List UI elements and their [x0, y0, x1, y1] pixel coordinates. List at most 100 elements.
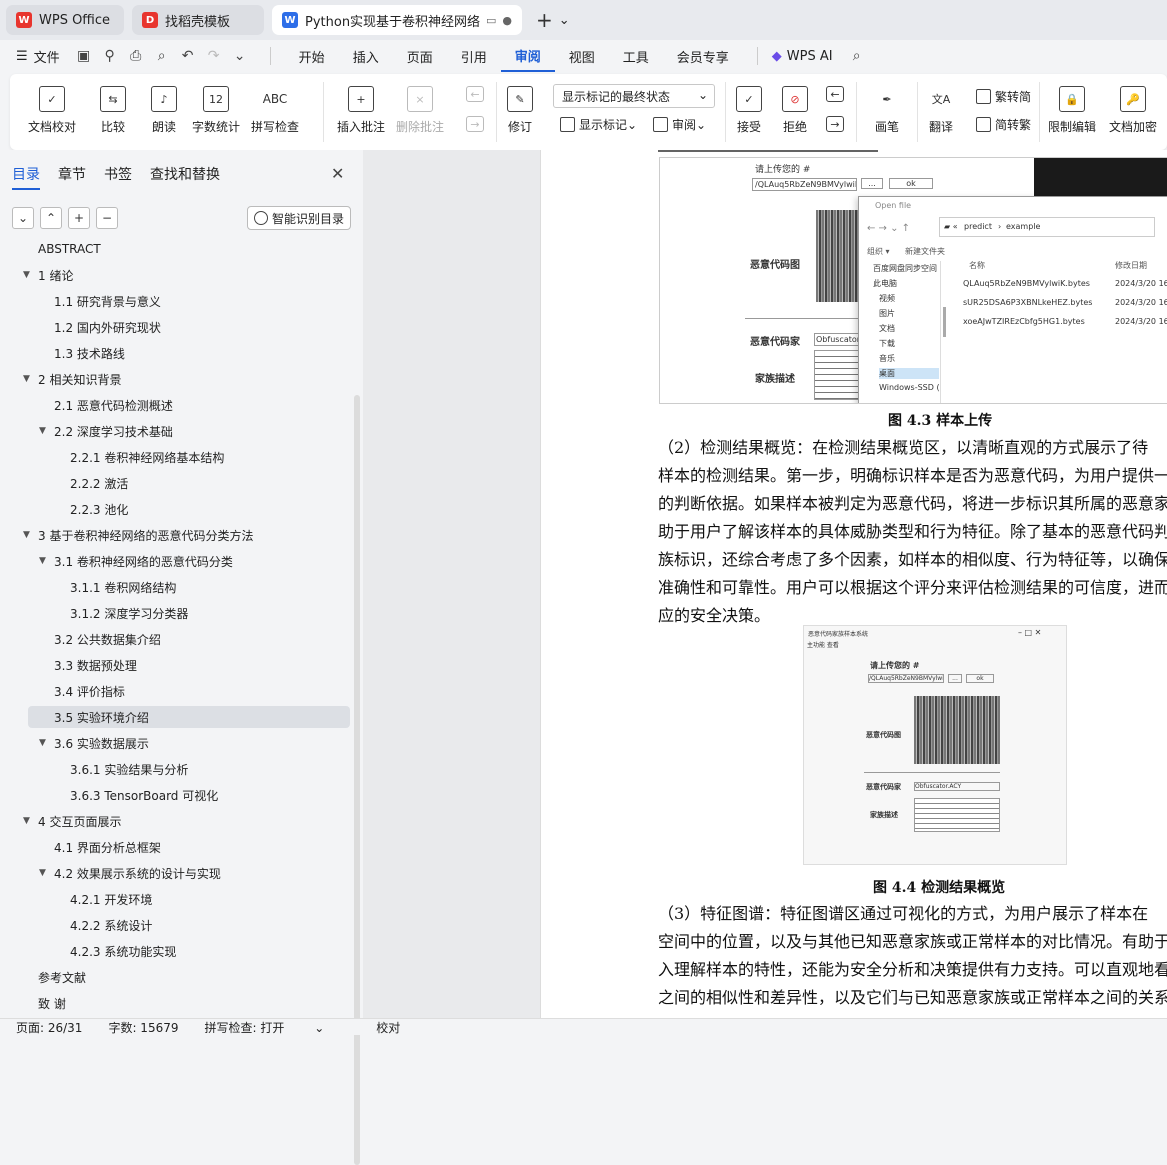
prev-change-button[interactable]: ← — [826, 86, 844, 110]
wps-ai-button[interactable]: ◆ WPS AI — [772, 49, 833, 64]
show-markup-button[interactable]: 显示标记 ⌄ — [560, 116, 637, 133]
tab-list-chevron-icon[interactable]: ⌄ — [559, 13, 570, 28]
toc-item[interactable]: 1.2 国内外研究现状 — [54, 316, 161, 338]
nav-tab-toc[interactable]: 目录 — [12, 164, 40, 190]
restrict-editing-button[interactable]: 🔒 限制编辑 — [1048, 86, 1096, 135]
markup-display-select[interactable]: 显示标记的最终状态 ⌄ — [553, 84, 715, 108]
collapse-up-icon[interactable]: ⌃ — [40, 207, 62, 229]
toc-item[interactable]: 2.2.1 卷积神经网络基本结构 — [70, 446, 224, 468]
expand-arrow-icon[interactable]: ▼ — [23, 816, 30, 826]
nav-scrollbar[interactable] — [354, 395, 360, 1165]
monitor-icon[interactable]: ▭ — [486, 14, 496, 27]
toc-item[interactable]: 3.1.1 卷积网络结构 — [70, 576, 176, 598]
more-chevron-icon[interactable]: ⌄ — [230, 48, 250, 64]
minus-icon[interactable]: − — [96, 207, 118, 229]
status-proofread[interactable]: 校对 — [376, 1019, 400, 1036]
accept-button[interactable]: ✓ 接受 — [736, 86, 762, 135]
new-tab-icon[interactable]: + — [536, 8, 553, 32]
expand-arrow-icon[interactable]: ▼ — [39, 738, 46, 748]
nav-tab-chapters[interactable]: 章节 — [58, 164, 86, 190]
expand-arrow-icon[interactable]: ▼ — [39, 426, 46, 436]
toc-item[interactable]: ▼ 3.6 实验数据展示 — [39, 732, 149, 754]
print-preview-icon[interactable]: ⌕ — [152, 48, 172, 64]
add-icon[interactable]: + — [68, 207, 90, 229]
trad-to-simp-button[interactable]: 繁转简 — [976, 88, 1031, 105]
toc-item[interactable]: 4.2.1 开发环境 — [70, 888, 152, 910]
insert-comment-button[interactable]: + 插入批注 — [337, 86, 385, 135]
expand-arrow-icon[interactable]: ▼ — [23, 374, 30, 384]
toc-item[interactable]: 3.1.2 深度学习分类器 — [70, 602, 188, 624]
toc-item[interactable]: ▼ 2 相关知识背景 — [23, 368, 121, 390]
tab-templates[interactable]: D 找稻壳模板 — [132, 5, 264, 35]
nav-tab-find-replace[interactable]: 查找和替换 — [150, 164, 220, 190]
expand-arrow-icon[interactable]: ▼ — [23, 530, 30, 540]
nav-tab-bookmarks[interactable]: 书签 — [104, 164, 132, 190]
expand-down-icon[interactable]: ⌄ — [12, 207, 34, 229]
simp-to-trad-button[interactable]: 简转繁 — [976, 116, 1031, 133]
next-comment-button[interactable]: → — [466, 116, 484, 138]
toc-item[interactable]: ▼ 3.1 卷积神经网络的恶意代码分类 — [39, 550, 233, 572]
status-spell-check[interactable]: 拼写检查: 打开 ⌄ — [205, 1019, 351, 1036]
toc-item[interactable]: 3.6.1 实验结果与分析 — [70, 758, 188, 780]
menu-tab-tools[interactable]: 工具 — [609, 47, 663, 66]
encrypt-button[interactable]: 🔑 文档加密 — [1109, 86, 1157, 135]
toc-item[interactable]: 4.1 界面分析总框架 — [54, 836, 161, 858]
word-count-button[interactable]: 12 字数统计 — [192, 86, 240, 135]
toc-item[interactable]: 4.2.2 系统设计 — [70, 914, 152, 936]
toc-item[interactable]: ABSTRACT — [38, 240, 101, 260]
undo-icon[interactable]: ↶ — [178, 48, 198, 64]
menu-tab-references[interactable]: 引用 — [447, 47, 501, 66]
tab-dot-icon[interactable]: ● — [502, 14, 512, 27]
menu-tab-view[interactable]: 视图 — [555, 47, 609, 66]
toc-item[interactable]: 3.4 评价指标 — [54, 680, 125, 702]
print-icon[interactable]: ⎙ — [126, 48, 146, 64]
menu-tab-review[interactable]: 审阅 — [500, 40, 555, 72]
auto-toc-button[interactable]: 智能识别目录 — [247, 206, 351, 230]
file-menu[interactable]: ☰ 文件 — [16, 47, 60, 66]
spell-check-button[interactable]: ABC 拼写检查 — [251, 86, 299, 135]
delete-comment-button[interactable]: × 删除批注 — [396, 86, 444, 135]
menu-tab-page[interactable]: 页面 — [393, 47, 447, 66]
toc-item[interactable]: 致 谢 — [38, 992, 66, 1014]
toc-item[interactable]: 1.3 技术路线 — [54, 342, 125, 364]
compare-button[interactable]: ⇆ 比较 — [100, 86, 126, 135]
share-icon[interactable]: ⚲ — [100, 48, 120, 64]
toc-item[interactable]: 3.3 数据预处理 — [54, 654, 137, 676]
menu-tab-member[interactable]: 会员专享 — [663, 47, 743, 66]
toc-item[interactable]: 2.2.2 激活 — [70, 472, 128, 494]
proofread-button[interactable]: ✓ 文档校对 — [28, 86, 76, 135]
translate-button[interactable]: 文A 翻译 — [928, 86, 954, 135]
search-icon[interactable]: ⌕ — [847, 48, 867, 64]
toc-item[interactable]: ▼ 4 交互页面展示 — [23, 810, 121, 832]
toc-item[interactable]: 1.1 研究背景与意义 — [54, 290, 161, 312]
prev-comment-button[interactable]: ← — [466, 86, 484, 110]
tab-document[interactable]: W Python实现基于卷积神经网络 ▭ ● — [272, 5, 522, 35]
menu-tab-insert[interactable]: 插入 — [339, 47, 393, 66]
toc-item[interactable]: 4.2.3 系统功能实现 — [70, 940, 176, 962]
toc-item[interactable]: ▼ 4.2 效果展示系统的设计与实现 — [39, 862, 221, 884]
toc-item[interactable]: 3.5 实验环境介绍 — [28, 706, 350, 728]
toc-item[interactable]: ▼ 1 绪论 — [23, 264, 73, 286]
close-icon[interactable]: ✕ — [331, 164, 344, 183]
expand-arrow-icon[interactable]: ▼ — [39, 868, 46, 878]
tab-wps-office[interactable]: W WPS Office — [6, 5, 124, 35]
toc-item[interactable]: 参考文献 — [38, 966, 86, 988]
next-change-button[interactable]: → — [826, 116, 844, 138]
read-aloud-button[interactable]: ♪ 朗读 — [151, 86, 177, 135]
reject-button[interactable]: ⊘ 拒绝 — [782, 86, 808, 135]
expand-arrow-icon[interactable]: ▼ — [23, 270, 30, 280]
toc-item[interactable]: 2.1 恶意代码检测概述 — [54, 394, 173, 416]
menu-tab-home[interactable]: 开始 — [285, 47, 339, 66]
redo-icon[interactable]: ↷ — [204, 48, 224, 64]
review-pane-button[interactable]: 审阅 ⌄ — [653, 116, 706, 133]
toc-item[interactable]: ▼ 2.2 深度学习技术基础 — [39, 420, 173, 442]
toc-item[interactable]: 3.2 公共数据集介绍 — [54, 628, 161, 650]
expand-arrow-icon[interactable]: ▼ — [39, 556, 46, 566]
status-word-count[interactable]: 字数: 15679 — [108, 1019, 178, 1036]
save-icon[interactable]: ▣ — [74, 48, 94, 64]
toc-item[interactable]: 3.6.3 TensorBoard 可视化 — [70, 784, 218, 806]
toc-item[interactable]: ▼ 3 基于卷积神经网络的恶意代码分类方法 — [23, 524, 253, 546]
status-page[interactable]: 页面: 26/31 — [16, 1019, 82, 1036]
toc-item[interactable]: 2.2.3 池化 — [70, 498, 128, 520]
track-changes-button[interactable]: ✎ 修订 — [507, 86, 533, 135]
